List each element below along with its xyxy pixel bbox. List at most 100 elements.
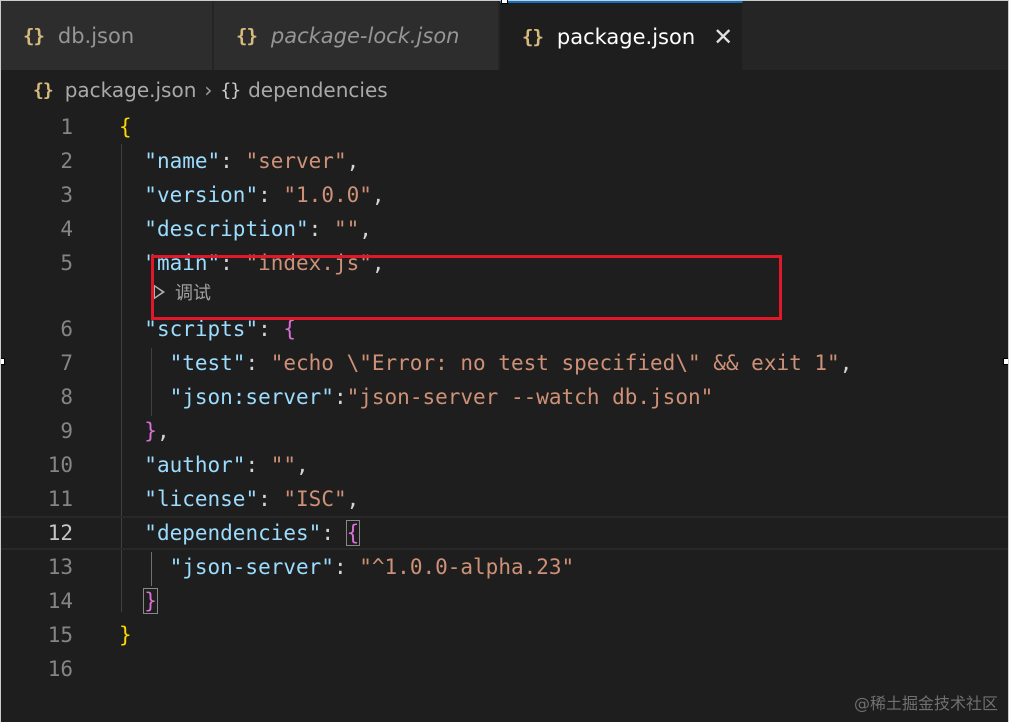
code-token: } xyxy=(144,419,157,443)
code-token: { xyxy=(119,115,132,139)
code-editor[interactable]: 调试 1{2 "name": "server", 3 "version": "1.… xyxy=(1,110,1008,722)
line-number: 9 xyxy=(60,419,73,443)
code-token: "json-server" xyxy=(169,555,334,579)
code-token: : xyxy=(245,453,271,477)
line-number: 10 xyxy=(47,453,73,477)
code-token: "test" xyxy=(169,351,246,375)
code-token: , xyxy=(156,419,170,443)
line-code: } xyxy=(119,618,132,652)
chevron-right-icon: › xyxy=(204,78,213,102)
code-token: : xyxy=(220,251,246,275)
code-token: "json-server --watch db.json" xyxy=(346,385,714,409)
line-number: 4 xyxy=(60,217,73,241)
code-token: "json:server" xyxy=(169,385,334,409)
line-number: 13 xyxy=(47,555,73,579)
line-code: "license": "ISC", xyxy=(119,482,359,516)
code-line[interactable]: 8 "json:server":"json-server --watch db.… xyxy=(1,380,1008,414)
resize-handle xyxy=(501,0,508,4)
line-number: 6 xyxy=(60,317,73,341)
code-line[interactable]: 15} xyxy=(1,618,1008,652)
code-line[interactable]: 12 "dependencies": { xyxy=(1,516,1008,550)
tab-bar: {} db.json {} package-lock.json {} packa… xyxy=(1,0,1008,71)
code-token: { xyxy=(283,317,297,341)
code-token: : xyxy=(333,555,360,579)
tab-label: package-lock.json xyxy=(270,24,460,48)
code-token: "ISC" xyxy=(283,487,347,511)
resize-handle xyxy=(1,358,5,365)
code-token: "^1.0.0-alpha.23" xyxy=(359,555,575,579)
code-line[interactable]: 16 xyxy=(1,652,1008,686)
code-line[interactable]: 11 "license": "ISC", xyxy=(1,482,1008,516)
line-number: 5 xyxy=(60,251,73,275)
code-token: "version" xyxy=(144,183,259,207)
tab-label: package.json xyxy=(556,25,696,49)
code-token: , xyxy=(346,487,360,511)
line-code: "version": "1.0.0", xyxy=(119,178,385,212)
line-code: "dependencies": { xyxy=(119,518,361,548)
play-icon xyxy=(153,284,165,300)
code-token: "main" xyxy=(144,251,221,275)
line-number: 7 xyxy=(60,351,73,375)
json-file-icon: {} xyxy=(23,25,45,47)
code-token: , xyxy=(371,183,385,207)
code-token: "description" xyxy=(144,217,309,241)
code-line[interactable]: 2 "name": "server", xyxy=(1,144,1008,178)
code-token: : xyxy=(245,351,271,375)
line-number: 3 xyxy=(60,183,73,207)
code-line[interactable]: 9 }, xyxy=(1,414,1008,448)
debug-codelens[interactable]: 调试 xyxy=(153,280,211,304)
code-line[interactable]: 4 "description": "", xyxy=(1,212,1008,246)
code-token: : xyxy=(321,521,347,545)
code-token: "index.js" xyxy=(245,251,372,275)
code-line[interactable]: 7 "test": "echo \"Error: no test specifi… xyxy=(1,346,1008,380)
line-code: "name": "server", xyxy=(119,144,359,178)
breadcrumb-item-package-json[interactable]: package.json xyxy=(65,78,197,102)
watermark: @稀土掘金技术社区 xyxy=(853,694,998,713)
code-line[interactable]: 5 "main": "index.js", xyxy=(1,246,1008,280)
code-token: "license" xyxy=(144,487,259,511)
code-token: "scripts" xyxy=(144,317,259,341)
debug-label: 调试 xyxy=(175,283,211,304)
json-file-icon: {} xyxy=(33,79,54,101)
code-token: } xyxy=(143,588,158,614)
line-number: 16 xyxy=(47,657,73,681)
code-line[interactable]: 14 } xyxy=(1,584,1008,618)
line-code: "json:server":"json-server --watch db.js… xyxy=(119,380,714,414)
breadcrumb-item-dependencies[interactable]: dependencies xyxy=(248,78,388,102)
code-line[interactable]: 1{ xyxy=(1,110,1008,144)
code-token: , xyxy=(371,251,385,275)
code-token: { xyxy=(345,520,361,546)
breadcrumb: {} package.json › {} dependencies xyxy=(1,70,1008,110)
tab-package-json[interactable]: {} package.json ✕ xyxy=(500,1,743,71)
line-code: "description": "", xyxy=(119,212,372,246)
line-code: "author": "", xyxy=(119,448,308,482)
code-line[interactable]: 6 "scripts": { xyxy=(1,312,1008,346)
code-line[interactable]: 10 "author": "", xyxy=(1,448,1008,482)
resize-handle xyxy=(1003,358,1008,365)
line-code: "main": "index.js", xyxy=(119,246,385,280)
code-line[interactable]: 13 "json-server": "^1.0.0-alpha.23" xyxy=(1,550,1008,584)
line-number: 1 xyxy=(60,115,73,139)
line-number: 11 xyxy=(47,487,73,511)
tab-db-json[interactable]: {} db.json xyxy=(1,1,213,71)
code-token: : xyxy=(258,183,284,207)
code-line[interactable]: 3 "version": "1.0.0", xyxy=(1,178,1008,212)
code-token: : xyxy=(333,385,347,409)
code-token: "" xyxy=(270,453,297,477)
json-file-icon: {} xyxy=(522,26,544,48)
code-token: "server" xyxy=(245,149,347,173)
line-code: } xyxy=(119,584,158,618)
code-token: , xyxy=(839,351,853,375)
close-icon[interactable]: ✕ xyxy=(713,25,733,49)
tab-package-lock-json[interactable]: {} package-lock.json xyxy=(214,1,499,71)
